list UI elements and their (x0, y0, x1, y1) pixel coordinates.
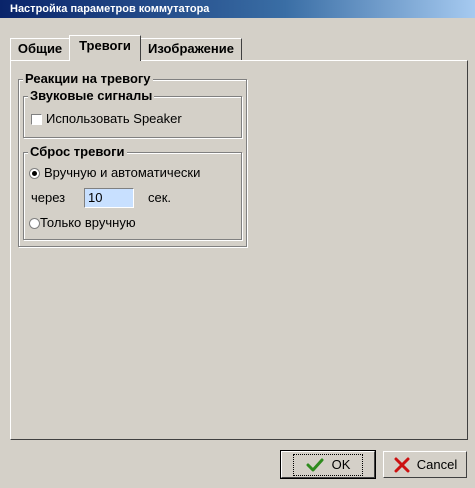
x-mark-icon (394, 457, 410, 472)
ok-button-focus: OK (292, 453, 364, 476)
sound-signals-group: Звуковые сигналы Использовать Speaker (23, 88, 242, 138)
settings-dialog: Настройка параметров коммутатора Общие Т… (0, 0, 475, 488)
manual-only-radio[interactable] (29, 218, 40, 229)
tab-image[interactable]: Изображение (140, 38, 242, 60)
tab-panel-alarms: Реакции на тревогу Звуковые сигналы Испо… (10, 60, 468, 440)
reset-delay-input[interactable]: 10 (84, 188, 134, 208)
use-speaker-label[interactable]: Использовать Speaker (46, 111, 182, 126)
ok-button[interactable]: OK (280, 450, 376, 479)
cancel-button[interactable]: Cancel (383, 451, 467, 478)
manual-auto-label[interactable]: Вручную и автоматически (44, 165, 200, 180)
manual-only-label[interactable]: Только вручную (40, 215, 136, 230)
radio-selected-dot (32, 171, 37, 176)
title-bar[interactable]: Настройка параметров коммутатора (0, 0, 475, 18)
ok-button-label: OK (331, 457, 351, 472)
alarm-reactions-title: Реакции на тревогу (23, 71, 153, 86)
sound-signals-title: Звуковые сигналы (28, 88, 155, 103)
checkmark-icon (306, 458, 324, 471)
window-title: Настройка параметров коммутатора (10, 3, 210, 15)
after-label: через (31, 190, 66, 205)
alarm-reset-title: Сброс тревоги (28, 144, 127, 159)
cancel-button-label: Cancel (416, 457, 458, 472)
manual-auto-radio[interactable] (29, 168, 40, 179)
use-speaker-checkbox[interactable] (31, 114, 42, 125)
alarm-reset-group: Сброс тревоги Вручную и автоматически че… (23, 144, 242, 240)
seconds-unit-label: сек. (148, 190, 172, 205)
alarm-reactions-group: Реакции на тревогу Звуковые сигналы Испо… (18, 71, 247, 247)
tab-alarms[interactable]: Тревоги (69, 35, 141, 61)
tab-general[interactable]: Общие (10, 38, 70, 60)
cancel-button-content: Cancel (393, 457, 457, 473)
